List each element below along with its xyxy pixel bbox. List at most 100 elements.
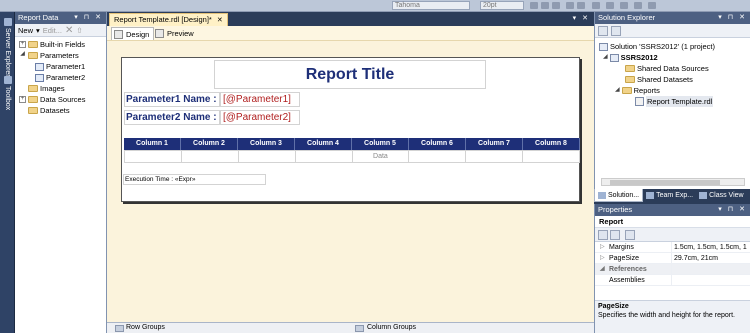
show-all-files-icon[interactable] <box>611 25 621 36</box>
tree-item-solution[interactable]: Solution 'SSRS2012' (1 project) <box>599 41 750 52</box>
collapse-icon[interactable]: ◢ <box>615 85 620 96</box>
tree-label: Parameter2 <box>46 73 86 82</box>
expand-icon[interactable]: + <box>19 96 26 103</box>
delete-icon[interactable]: ✕ <box>65 25 73 36</box>
tree-item-datasets[interactable]: Datasets <box>19 105 106 116</box>
column-header[interactable]: Column 2 <box>181 138 238 150</box>
border-icon[interactable] <box>592 2 600 9</box>
report-data-toolbar: New ▾ Edit... ✕ ⇧ <box>15 24 106 37</box>
property-row-pagesize[interactable]: ▷ PageSize 29.7cm, 21cm <box>595 253 750 264</box>
line-icon[interactable] <box>634 2 642 9</box>
property-value[interactable]: 29.7cm, 21cm <box>671 253 750 263</box>
scrollbar-thumb[interactable] <box>610 180 720 185</box>
collapse-icon[interactable]: ◢ <box>600 264 605 275</box>
table-cell[interactable]: Data <box>352 150 410 163</box>
report-title[interactable]: Report Title <box>214 60 486 89</box>
property-value[interactable] <box>671 275 750 285</box>
collapse-icon[interactable]: ◢ <box>603 52 608 63</box>
fill-icon[interactable] <box>606 2 614 9</box>
expand-icon[interactable]: + <box>19 41 26 48</box>
column-header[interactable]: Column 1 <box>124 138 181 150</box>
alphabetical-icon[interactable] <box>610 229 620 240</box>
execution-time-textbox[interactable]: Execution Time : «Expr» <box>123 174 266 185</box>
property-value[interactable]: 1.5cm, 1.5cm, 1.5cm, 1 <box>671 242 750 252</box>
new-dropdown-icon[interactable]: ▾ <box>36 26 40 35</box>
tree-item-parameters[interactable]: ◢ Parameters <box>19 50 106 61</box>
table-cell[interactable] <box>409 150 467 163</box>
tab-solution-explorer[interactable]: Solution... <box>594 189 644 202</box>
properties-object-selector[interactable]: Report <box>595 216 750 228</box>
property-row-margins[interactable]: ▷ Margins 1.5cm, 1.5cm, 1.5cm, 1 <box>595 242 750 253</box>
table-cell[interactable] <box>295 150 353 163</box>
tab-team-explorer[interactable]: Team Exp... <box>643 189 696 202</box>
toolbox-tab[interactable]: Toolbox <box>2 76 13 110</box>
categorized-icon[interactable] <box>598 229 608 240</box>
table-cell[interactable] <box>523 150 580 163</box>
table-cell[interactable] <box>124 150 182 163</box>
tree-item-reports[interactable]: ◢ Reports <box>599 85 750 96</box>
project-label: SSRS2012 <box>620 53 658 62</box>
tree-label: Images <box>40 84 65 93</box>
parameter2-label[interactable]: Parameter2 Name : <box>124 110 220 125</box>
tree-item-parameter2[interactable]: Parameter2 <box>19 72 106 83</box>
expand-icon[interactable]: ▷ <box>600 253 605 264</box>
panel-pin-close-icon[interactable]: ▾ ⊓ ✕ <box>718 204 747 216</box>
tab-report-template[interactable]: Report Template.rdl [Design]* ✕ <box>109 13 228 26</box>
table-cell[interactable] <box>181 150 239 163</box>
report-data-title-bar: Report Data ▾ ⊓ ✕ <box>15 12 106 24</box>
edit-button[interactable]: Edit... <box>43 26 62 35</box>
parameter1-label[interactable]: Parameter1 Name : <box>124 92 220 107</box>
tree-item-project[interactable]: ◢ SSRS2012 <box>599 52 750 63</box>
expand-icon[interactable]: ▷ <box>600 242 605 253</box>
solution-explorer-title: Solution Explorer <box>598 13 656 22</box>
tree-item-report-template[interactable]: Report Template.rdl <box>599 96 750 107</box>
tree-item-parameter1[interactable]: Parameter1 <box>19 61 106 72</box>
server-explorer-tab[interactable]: Server Explorer <box>2 18 13 77</box>
report-canvas[interactable]: Report Title Parameter1 Name : [@Paramet… <box>121 57 580 202</box>
font-size-dropdown[interactable]: 20pt <box>480 1 524 10</box>
tab-preview[interactable]: Preview <box>153 27 198 40</box>
grouping-pane: Row Groups Column Groups <box>107 322 594 333</box>
panel-pin-close-icon[interactable]: ▾ ⊓ ✕ <box>718 12 747 24</box>
property-row-assemblies[interactable]: Assemblies <box>595 275 750 286</box>
italic-icon[interactable] <box>541 2 549 9</box>
parameter1-value[interactable]: [@Parameter1] <box>220 92 300 107</box>
properties-icon[interactable] <box>598 25 608 36</box>
move-up-icon[interactable]: ⇧ <box>76 26 82 35</box>
column-header[interactable]: Column 6 <box>409 138 466 150</box>
tree-item-built-in-fields[interactable]: + Built-in Fields <box>19 39 106 50</box>
tree-item-shared-datasets[interactable]: Shared Datasets <box>599 74 750 85</box>
tab-design[interactable]: Design <box>111 27 155 40</box>
tree-item-images[interactable]: Images <box>19 83 106 94</box>
collapse-icon[interactable]: ◢ <box>19 51 26 59</box>
column-header[interactable]: Column 8 <box>523 138 580 150</box>
format-icon[interactable] <box>620 2 628 9</box>
column-header[interactable]: Column 4 <box>295 138 352 150</box>
tree-item-data-sources[interactable]: + Data Sources <box>19 94 106 105</box>
tab-strip-controls-icon[interactable]: ▾ ✕ <box>573 14 590 22</box>
align-icon[interactable] <box>577 2 585 9</box>
horizontal-scrollbar[interactable] <box>601 178 745 186</box>
row-groups-label[interactable]: Row Groups <box>126 323 165 333</box>
more-icon[interactable] <box>648 2 656 9</box>
table-cell[interactable] <box>238 150 296 163</box>
server-icon <box>3 18 12 26</box>
table-cell[interactable] <box>466 150 524 163</box>
column-header[interactable]: Column 7 <box>466 138 523 150</box>
bold-icon[interactable] <box>530 2 538 9</box>
tree-item-shared-data-sources[interactable]: Shared Data Sources <box>599 63 750 74</box>
column-header[interactable]: Column 5 <box>352 138 409 150</box>
close-tab-icon[interactable]: ✕ <box>217 17 223 24</box>
column-header[interactable]: Column 3 <box>238 138 295 150</box>
underline-icon[interactable] <box>552 2 560 9</box>
font-name-dropdown[interactable]: Tahoma <box>392 1 470 10</box>
font-color-icon[interactable] <box>566 2 574 9</box>
property-pages-icon[interactable] <box>625 229 635 240</box>
description-title: PageSize <box>598 303 629 310</box>
new-button[interactable]: New <box>18 26 33 35</box>
panel-pin-close-icon[interactable]: ▾ ⊓ ✕ <box>74 12 103 24</box>
property-category-references[interactable]: ◢ References <box>595 264 750 275</box>
tab-class-view[interactable]: Class View <box>696 189 747 202</box>
parameter2-value[interactable]: [@Parameter2] <box>220 110 300 125</box>
column-groups-label[interactable]: Column Groups <box>367 323 416 333</box>
